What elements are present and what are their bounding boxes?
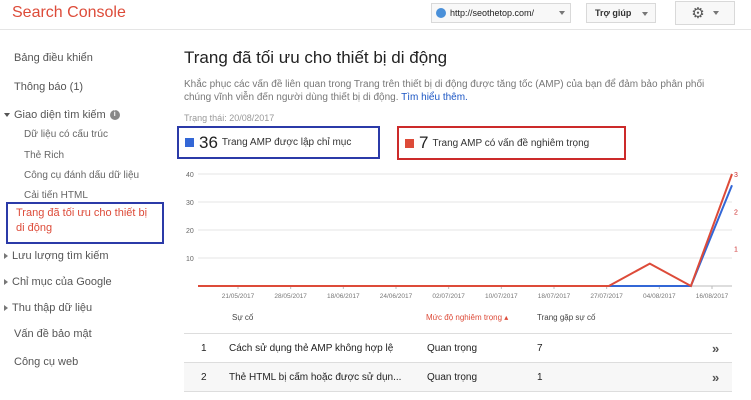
- y-left-tick-label: 20: [186, 228, 194, 235]
- x-tick-label: 04/08/2017: [643, 293, 676, 300]
- amp-chart: 40 30 20 10 3 2 1 21/05/2017 28/05/2017 18/06/201…: [186, 172, 738, 300]
- chevron-double-right-icon[interactable]: »: [712, 341, 719, 356]
- x-tick-label: 18/07/2017: [538, 293, 571, 300]
- sidebar-item-dashboard[interactable]: Bảng điều khiển: [14, 52, 93, 64]
- sidebar-item-data-highlighter[interactable]: Công cụ đánh dấu dữ liệu: [24, 170, 139, 181]
- y-left-tick-label: 30: [186, 200, 194, 207]
- col-header-severity[interactable]: Mức độ nghiêm trọng ▴: [426, 313, 508, 322]
- page-title: Trang đã tối ưu cho thiết bị di động: [184, 48, 448, 67]
- row-issue[interactable]: Cách sử dụng thẻ AMP không hợp lệ: [229, 343, 393, 354]
- app-title[interactable]: Search Console: [12, 4, 126, 22]
- x-tick-label: 28/05/2017: [274, 293, 307, 300]
- site-url: http://seothetop.com/: [450, 8, 535, 18]
- y-right-tick-label: 2: [734, 209, 738, 216]
- learn-more-link[interactable]: Tìm hiểu thêm.: [401, 92, 468, 103]
- page-description: Khắc phục các vấn đề liên quan trong Tra…: [184, 78, 724, 104]
- issues-label: Trang AMP có vấn đề nghiêm trọng: [432, 137, 590, 149]
- series-line-indexed: [198, 184, 733, 287]
- chevron-right-icon: [4, 305, 8, 312]
- help-button[interactable]: Trợ giúp: [586, 3, 656, 23]
- sidebar-item-messages[interactable]: Thông báo (1): [14, 81, 83, 93]
- chevron-down-icon: [712, 11, 719, 15]
- sidebar-item-label: Cải tiến HTML: [24, 190, 88, 201]
- sidebar-item-label: Dữ liệu có cấu trúc: [24, 129, 108, 140]
- sidebar-item-label: Giao diện tìm kiếm: [14, 109, 106, 121]
- x-tick-label: 27/07/2017: [590, 293, 623, 300]
- row-severity: Quan trọng: [427, 343, 478, 354]
- sidebar-item-search-appearance[interactable]: Giao diện tìm kiếm i: [4, 109, 120, 121]
- divider: [184, 391, 732, 392]
- sidebar-item-google-index[interactable]: Chỉ mục của Google: [4, 276, 112, 288]
- y-left-tick-label: 40: [186, 172, 194, 179]
- chevron-down-icon: [559, 11, 565, 15]
- sidebar-item-label: Thu thập dữ liệu: [12, 302, 93, 314]
- gear-icon: ⚙: [691, 4, 705, 22]
- y-right-tick-label: 1: [734, 247, 738, 254]
- sidebar-item-crawl[interactable]: Thu thập dữ liệu: [4, 302, 92, 314]
- sidebar-item-structured-data[interactable]: Dữ liệu có cấu trúc: [24, 129, 108, 140]
- chevron-down-icon: [4, 113, 10, 118]
- indexed-count: 36: [199, 132, 218, 152]
- sidebar-item-label: Chỉ mục của Google: [12, 276, 112, 288]
- sidebar-item-label: Vấn đề bảo mật: [14, 328, 92, 340]
- help-label: Trợ giúp: [595, 8, 632, 18]
- row-index: 2: [201, 372, 207, 383]
- indexed-label: Trang AMP được lập chỉ mục: [221, 137, 352, 148]
- sidebar-item-label: Thông báo (1): [14, 81, 84, 93]
- row-severity: Quan trọng: [427, 372, 478, 383]
- globe-icon: [436, 8, 446, 18]
- y-left-tick-label: 10: [186, 256, 194, 263]
- sidebar-item-label: Thẻ Rich: [24, 150, 65, 161]
- row-issue[interactable]: Thẻ HTML bị cấm hoặc được sử dụn...: [229, 372, 401, 383]
- x-tick-label: 18/06/2017: [327, 293, 360, 300]
- issues-amp-card[interactable]: 7 Trang AMP có vấn đề nghiêm trọng: [397, 126, 626, 160]
- y-right-tick-label: 3: [734, 172, 738, 179]
- row-pages: 7: [537, 343, 543, 354]
- row-index: 1: [201, 343, 207, 354]
- sidebar-item-search-traffic[interactable]: Lưu lượng tìm kiếm: [4, 250, 109, 262]
- issues-swatch: [405, 138, 414, 148]
- chevron-down-icon: [642, 12, 648, 16]
- row-pages: 1: [537, 372, 543, 383]
- sidebar-item-label: Bảng điều khiển: [14, 52, 93, 64]
- top-bar: Search Console http://seothetop.com/ Trợ…: [0, 0, 751, 30]
- col-header-issue[interactable]: Sự cố: [232, 313, 253, 322]
- indexed-amp-card[interactable]: 36 Trang AMP được lập chỉ mục: [177, 126, 380, 159]
- col-header-pages[interactable]: Trang gặp sự cố: [537, 313, 595, 322]
- chevron-double-right-icon[interactable]: »: [712, 370, 719, 385]
- issues-count: 7: [419, 133, 429, 152]
- x-tick-label: 16/08/2017: [696, 293, 729, 300]
- x-tick-label: 21/05/2017: [222, 293, 255, 300]
- sidebar-item-html-improvements[interactable]: Cải tiến HTML: [24, 190, 88, 201]
- sidebar-item-amp[interactable]: Trang đã tối ưu cho thiết bị di động: [16, 206, 156, 236]
- status-date: Trạng thái: 20/08/2017: [184, 113, 275, 123]
- chevron-right-icon: [4, 253, 8, 260]
- sidebar-item-web-tools[interactable]: Công cụ web: [14, 356, 78, 368]
- x-tick-label: 24/06/2017: [380, 293, 413, 300]
- x-tick-label: 02/07/2017: [432, 293, 465, 300]
- settings-button[interactable]: ⚙: [675, 1, 735, 25]
- sidebar-item-rich-cards[interactable]: Thẻ Rich: [24, 150, 64, 161]
- sidebar-item-label: Lưu lượng tìm kiếm: [12, 250, 109, 262]
- site-selector[interactable]: http://seothetop.com/: [431, 3, 571, 23]
- chevron-right-icon: [4, 279, 8, 286]
- x-tick-label: 10/07/2017: [485, 293, 518, 300]
- sidebar-item-security-issues[interactable]: Vấn đề bảo mật: [14, 328, 92, 340]
- sidebar-item-label: Công cụ web: [14, 356, 79, 368]
- indexed-swatch: [185, 138, 194, 147]
- sidebar-item-label: Công cụ đánh dấu dữ liệu: [24, 170, 140, 181]
- info-icon[interactable]: i: [109, 110, 120, 121]
